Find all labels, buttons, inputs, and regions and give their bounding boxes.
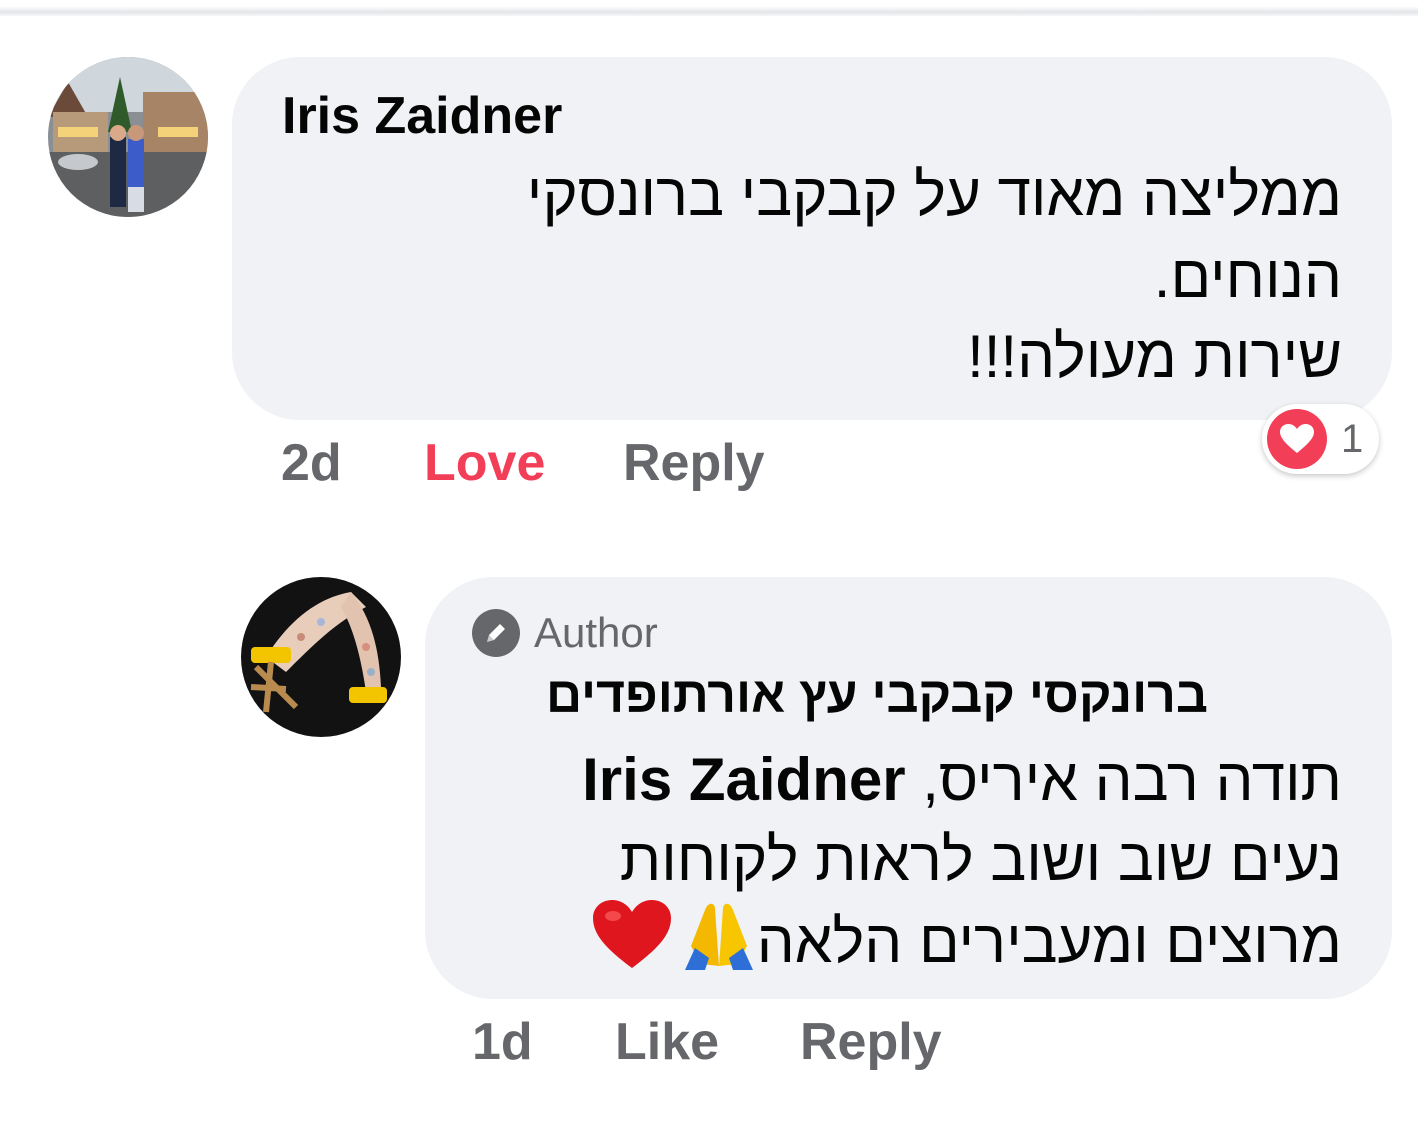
- avatar-photo: [48, 57, 208, 217]
- reply-text-line: נעים שוב ושוב לראות לקוחות: [619, 826, 1342, 893]
- avatar[interactable]: [48, 57, 208, 217]
- love-button[interactable]: Love: [424, 433, 545, 493]
- folded-hands-icon: [681, 898, 757, 990]
- top-divider: [0, 0, 1418, 16]
- reply-timestamp[interactable]: 1d: [472, 1012, 533, 1072]
- avatar-photo: [241, 577, 401, 737]
- reply-text-line: מרוצים ומעבירים הלאה: [583, 898, 1342, 990]
- reply-button[interactable]: Reply: [800, 1012, 942, 1072]
- reaction-count: 1: [1341, 416, 1364, 461]
- reply-text: תודה רבה איריס,: [922, 746, 1342, 813]
- comment-text-line: שירות מעולה!!!: [967, 323, 1342, 390]
- author-badge-label: Author: [534, 609, 658, 656]
- avatar[interactable]: [241, 577, 401, 737]
- mention-link[interactable]: Iris Zaidner: [582, 746, 905, 813]
- reply-text-line: תודה רבה איריס, Iris Zaidner: [582, 740, 1342, 820]
- author-badge: Author: [472, 609, 658, 657]
- reply-button[interactable]: Reply: [623, 433, 765, 493]
- comment-text-line: הנוחים.: [1153, 243, 1342, 310]
- comment-timestamp[interactable]: 2d: [281, 433, 342, 493]
- reply-author[interactable]: ברונקסי קבקבי עץ אורתופדים: [546, 666, 1208, 724]
- heart-icon: [1267, 409, 1327, 469]
- comment-text-line: ממליצה מאוד על קבקבי ברונסקי: [526, 161, 1342, 228]
- pencil-icon: [472, 609, 520, 657]
- comment-author[interactable]: Iris Zaidner: [282, 86, 562, 146]
- reply-text: מרוצים ומעבירים הלאה: [756, 908, 1342, 975]
- reaction-summary[interactable]: 1: [1262, 404, 1379, 474]
- like-button[interactable]: Like: [615, 1012, 719, 1072]
- red-heart-icon: [592, 900, 671, 990]
